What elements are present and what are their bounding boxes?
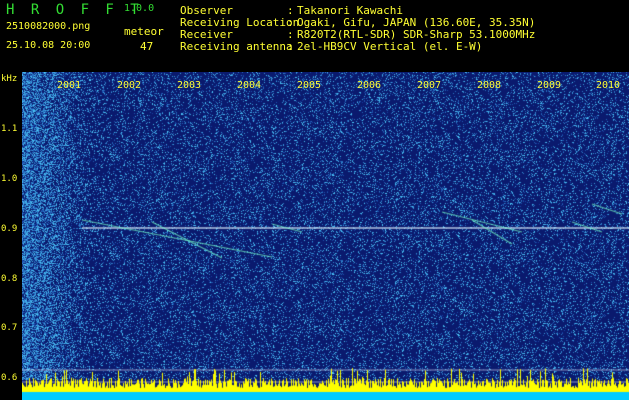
x-tick-label: 2002 <box>117 80 142 91</box>
receiver-sep: : <box>287 28 294 41</box>
x-tick-label: 2006 <box>357 80 382 91</box>
y-axis <box>0 72 22 400</box>
y-tick-label: 1.1 <box>1 124 18 134</box>
y-tick-label: 0.9 <box>1 224 18 234</box>
meteor-count: 47 <box>140 40 154 53</box>
x-tick-label: 2008 <box>477 80 502 91</box>
timestamp: 25.10.08 20:00 <box>6 40 91 51</box>
meteor-label: meteor <box>124 25 164 38</box>
observer-key: Observer <box>180 4 233 17</box>
receiver-key: Receiver <box>180 28 233 41</box>
location-value: Ogaki, Gifu, JAPAN (136.60E, 35.35N) <box>297 16 536 29</box>
x-tick-label: 2007 <box>417 80 442 91</box>
y-tick-label: 1.0 <box>1 174 18 184</box>
observer-sep: : <box>287 4 294 17</box>
x-tick-label: 2001 <box>57 80 82 91</box>
spectrogram-canvas <box>22 72 629 400</box>
header-panel: H R O F F T 1.0.0 2510082000.png 25.10.0… <box>0 0 629 72</box>
observer-value: Takanori Kawachi <box>297 4 403 17</box>
x-tick-label: 2003 <box>177 80 202 91</box>
y-tick-label: 0.7 <box>1 323 18 333</box>
antenna-key: Receiving antenna <box>180 40 293 53</box>
x-tick-label: 2004 <box>237 80 262 91</box>
file-name: 2510082000.png <box>6 21 91 32</box>
receiver-value: R820T2(RTL-SDR) SDR-Sharp 53.1000MHz <box>297 28 536 41</box>
app-title: H R O F F T <box>6 2 143 18</box>
antenna-sep: : <box>287 40 294 53</box>
location-sep: : <box>287 16 294 29</box>
y-tick-label: 0.8 <box>1 274 18 284</box>
x-tick-label: 2005 <box>297 80 322 91</box>
x-tick-label: 2009 <box>537 80 562 91</box>
app-version: 1.0.0 <box>124 3 155 14</box>
location-key: Receiving Location <box>180 16 300 29</box>
y-tick-label: 0.6 <box>1 373 18 383</box>
y-axis-unit: kHz <box>1 74 18 84</box>
x-tick-label: 2010 <box>596 80 621 91</box>
antenna-value: 2el-HB9CV Vertical (el. E-W) <box>297 40 483 53</box>
